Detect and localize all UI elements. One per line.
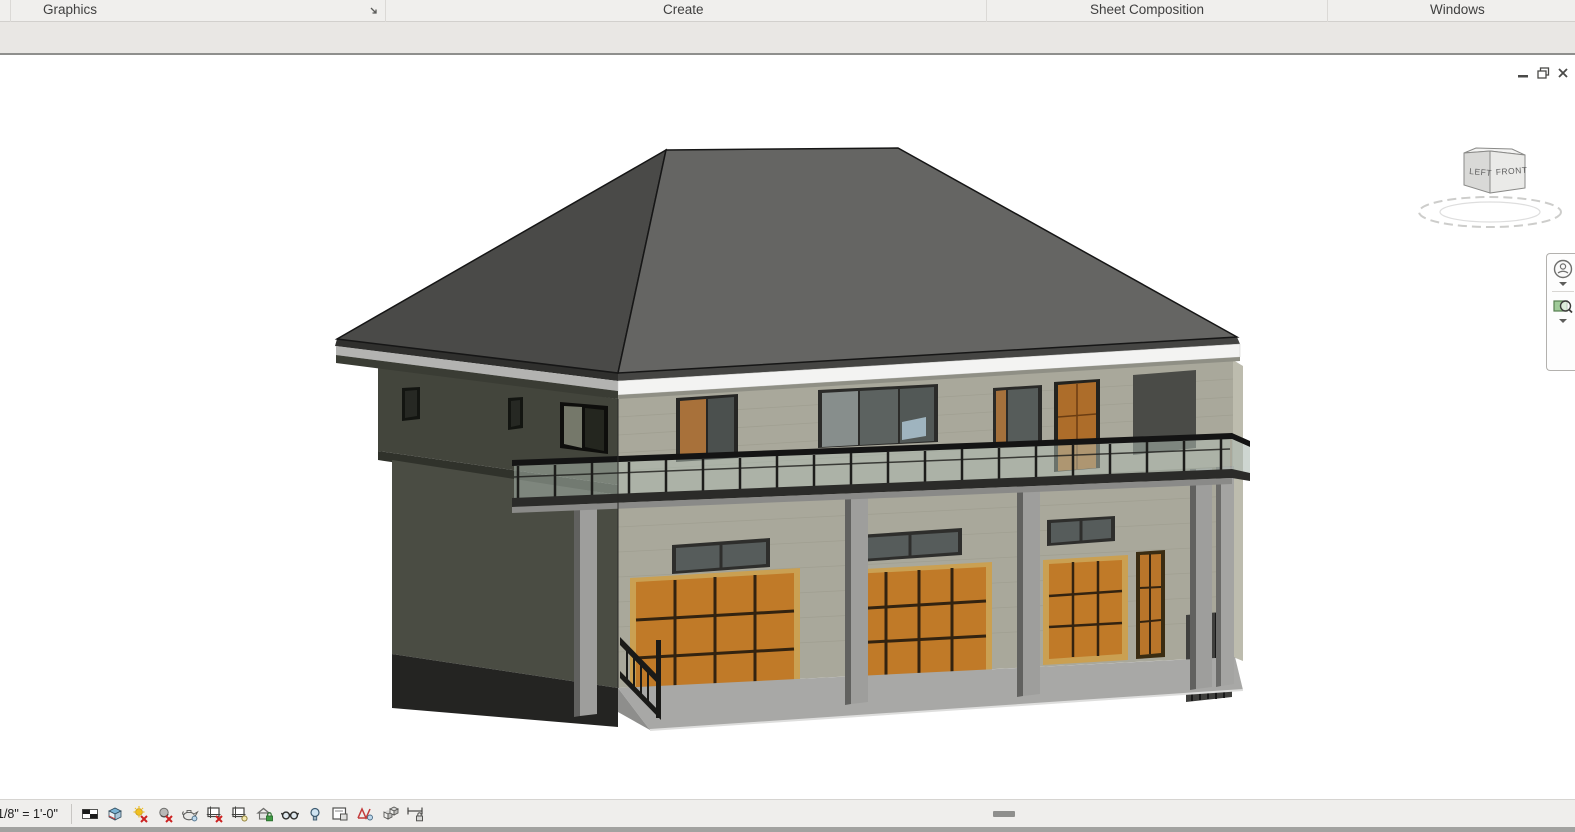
temporary-hide-isolate-icon[interactable] — [281, 805, 299, 823]
panel-label-windows[interactable]: Windows — [1430, 2, 1485, 17]
navbar-divider — [1552, 291, 1574, 292]
zoom-dropdown-icon[interactable] — [1559, 319, 1567, 323]
analytical-model-visibility-icon[interactable] — [356, 805, 374, 823]
locked-3d-view-icon[interactable] — [256, 805, 274, 823]
status-divider — [71, 804, 72, 824]
reveal-hidden-elements-icon[interactable] — [306, 805, 324, 823]
panel-label-sheet-composition[interactable]: Sheet Composition — [1090, 2, 1204, 17]
view-control-icons — [81, 805, 424, 823]
viewcube-left-label[interactable]: LEFT — [1469, 166, 1493, 178]
shadows-icon[interactable] — [156, 805, 174, 823]
zoom-region-icon[interactable] — [1552, 295, 1574, 317]
panel-label-graphics[interactable]: Graphics — [43, 2, 97, 17]
panel-divider — [385, 0, 386, 22]
sun-path-icon[interactable] — [131, 805, 149, 823]
options-bar — [0, 22, 1575, 55]
crop-view-icon[interactable] — [206, 805, 224, 823]
panel-divider — [10, 0, 11, 22]
3d-model-view[interactable] — [0, 57, 1575, 799]
revit-application-window: Graphics Create Sheet Composition Window… — [0, 0, 1575, 832]
model-garage-door-3[interactable] — [1043, 555, 1128, 665]
reveal-constraints-icon[interactable] — [406, 805, 424, 823]
temporary-view-properties-icon[interactable] — [331, 805, 349, 823]
model-roof[interactable] — [335, 148, 1240, 399]
panel-divider — [986, 0, 987, 22]
steering-wheel-dropdown-icon[interactable] — [1559, 282, 1567, 286]
view-scale-button[interactable]: 1/8" = 1'-0" — [0, 806, 71, 821]
show-rendering-dialog-icon[interactable] — [181, 805, 199, 823]
restore-icon[interactable] — [1536, 66, 1550, 80]
panel-label-create[interactable]: Create — [663, 2, 704, 17]
panel-divider — [1327, 0, 1328, 22]
viewcube[interactable]: LEFT FRONT — [1414, 140, 1566, 232]
detail-level-icon[interactable] — [81, 805, 99, 823]
visual-style-icon[interactable] — [106, 805, 124, 823]
minimize-icon[interactable] — [1516, 66, 1530, 80]
model-side-entry-door[interactable] — [1136, 550, 1165, 659]
horizontal-scrollbar-thumb[interactable] — [993, 811, 1015, 817]
view-window-controls — [1516, 65, 1575, 81]
navigation-bar — [1546, 253, 1575, 371]
steering-wheel-icon[interactable] — [1552, 258, 1574, 280]
view-control-bar: 1/8" = 1'-0" — [0, 799, 1575, 827]
window-bottom-edge — [0, 827, 1575, 832]
highlight-displacement-sets-icon[interactable] — [381, 805, 399, 823]
close-icon[interactable] — [1556, 66, 1570, 80]
drawing-area[interactable]: LEFT FRONT — [0, 57, 1575, 799]
show-crop-region-icon[interactable] — [231, 805, 249, 823]
ribbon-panel-label-row: Graphics Create Sheet Composition Window… — [0, 0, 1575, 22]
graphics-dialog-launcher-icon[interactable] — [368, 5, 380, 17]
